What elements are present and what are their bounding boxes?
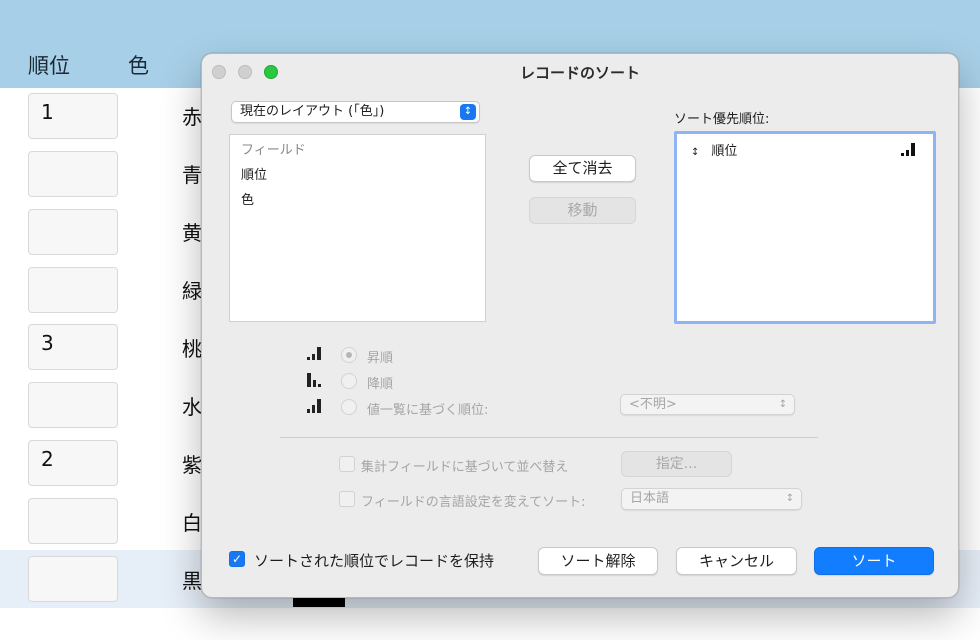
- sort-priority-list[interactable]: ↕ 順位: [674, 131, 936, 324]
- sort-priority-item[interactable]: ↕ 順位: [691, 140, 737, 159]
- rank-cell[interactable]: [28, 556, 118, 602]
- keep-sorted-checkbox[interactable]: ✓: [229, 551, 245, 567]
- ascending-radio[interactable]: [341, 347, 357, 363]
- color-cell: 桃: [182, 337, 202, 361]
- value-list-popup-value: <不明>: [629, 397, 677, 412]
- rank-cell[interactable]: [28, 209, 118, 255]
- summary-field-label: 集計フィールドに基づいて並べ替え: [361, 460, 569, 475]
- language-label: フィールドの言語設定を変えてソート:: [361, 495, 586, 510]
- field-list-header: フィールド: [241, 143, 306, 158]
- field-item[interactable]: 順位: [241, 164, 267, 183]
- layout-popup-value: 現在のレイアウト (「色」): [240, 104, 385, 119]
- color-cell: 黄: [182, 221, 202, 245]
- value-list-label: 値一覧に基づく順位:: [367, 403, 489, 418]
- popup-stepper-icon: ↕: [778, 399, 788, 410]
- dialog-titlebar: レコードのソート: [202, 54, 958, 90]
- dialog-title: レコードのソート: [519, 64, 640, 82]
- ascending-label: 昇順: [367, 351, 394, 366]
- value-list-popup[interactable]: <不明> ↕: [620, 394, 795, 415]
- summary-field-checkbox[interactable]: [339, 456, 355, 472]
- column-header-color: 色: [128, 54, 149, 78]
- language-checkbox[interactable]: [339, 491, 355, 507]
- ascending-order-icon: [901, 143, 915, 156]
- rank-cell[interactable]: 1: [28, 93, 118, 139]
- color-cell: 黒: [182, 569, 202, 593]
- clear-all-button[interactable]: 全て消去: [529, 155, 636, 182]
- sort-priority-label: ソート優先順位:: [674, 112, 770, 127]
- specify-button[interactable]: 指定...: [621, 451, 732, 477]
- rank-cell[interactable]: [28, 267, 118, 313]
- value-list-radio[interactable]: [341, 399, 357, 415]
- descending-label: 降順: [367, 377, 394, 392]
- rank-cell[interactable]: [28, 382, 118, 428]
- color-cell: 緑: [182, 279, 202, 303]
- language-popup-value: 日本語: [630, 491, 670, 506]
- divider: [280, 437, 818, 438]
- popup-stepper-icon: ↕: [785, 493, 795, 504]
- drag-handle-icon[interactable]: ↕: [691, 147, 699, 158]
- rank-cell[interactable]: [28, 151, 118, 197]
- sort-records-dialog: レコードのソート 現在のレイアウト (「色」) ↕ フィールド 順位 色 全て消…: [201, 53, 959, 598]
- cancel-button[interactable]: キャンセル: [676, 547, 797, 575]
- language-popup[interactable]: 日本語 ↕: [621, 488, 802, 510]
- rank-cell[interactable]: [28, 498, 118, 544]
- descending-radio[interactable]: [341, 373, 357, 389]
- sort-button[interactable]: ソート: [814, 547, 934, 575]
- custom-order-icon: [307, 399, 321, 413]
- ascending-icon: [307, 347, 321, 360]
- color-cell: 青: [182, 163, 202, 187]
- descending-icon: [307, 373, 321, 387]
- rank-cell[interactable]: 2: [28, 440, 118, 486]
- popup-stepper-icon: ↕: [460, 104, 476, 120]
- rank-cell[interactable]: 3: [28, 324, 118, 370]
- color-cell: 白: [182, 511, 202, 535]
- layout-popup[interactable]: 現在のレイアウト (「色」) ↕: [231, 101, 480, 123]
- field-item[interactable]: 色: [241, 189, 254, 208]
- column-header-rank: 順位: [28, 54, 70, 78]
- color-cell: 赤: [182, 105, 202, 129]
- color-cell: 紫: [182, 453, 202, 477]
- sort-field-name: 順位: [711, 144, 738, 159]
- color-cell: 水: [182, 395, 202, 419]
- keep-sorted-label: ソートされた順位でレコードを保持: [254, 552, 495, 570]
- move-button[interactable]: 移動: [529, 197, 636, 224]
- field-list[interactable]: フィールド 順位 色: [229, 134, 486, 322]
- unsort-button[interactable]: ソート解除: [538, 547, 658, 575]
